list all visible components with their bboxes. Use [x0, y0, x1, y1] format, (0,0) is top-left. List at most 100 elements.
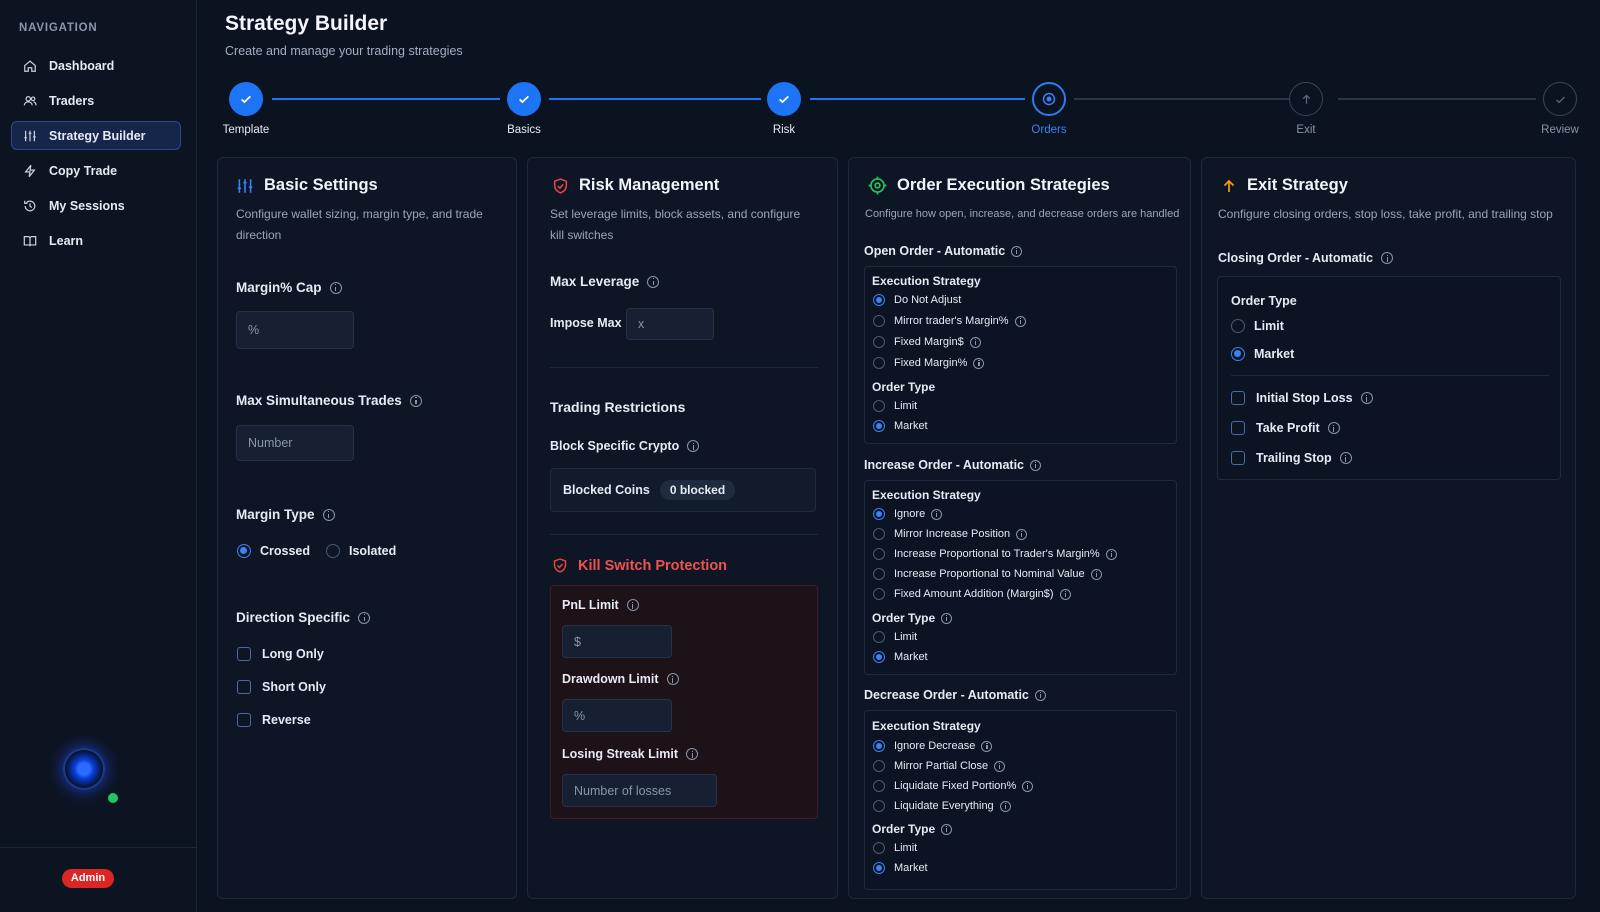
- direction-short-only[interactable]: Short Only: [237, 680, 326, 694]
- initial-stop-loss-option[interactable]: Initial Stop Loss: [1231, 391, 1373, 405]
- increase-type-limit[interactable]: Limit: [873, 631, 917, 643]
- info-icon[interactable]: [941, 612, 953, 624]
- radio-button[interactable]: [326, 544, 340, 558]
- pnl-limit-input[interactable]: $: [562, 625, 672, 658]
- info-icon[interactable]: [1327, 422, 1340, 434]
- radio-button[interactable]: [873, 336, 885, 348]
- step-risk[interactable]: Risk: [744, 82, 824, 136]
- decrease-exec-option[interactable]: Ignore Decrease: [873, 740, 993, 752]
- info-icon[interactable]: [1360, 392, 1373, 404]
- radio-button[interactable]: [873, 780, 885, 792]
- info-icon[interactable]: [322, 508, 335, 521]
- step-template[interactable]: Template: [206, 82, 286, 136]
- radio-button[interactable]: [873, 400, 885, 412]
- info-icon[interactable]: [1059, 588, 1071, 600]
- sidebar-item-my-sessions[interactable]: My Sessions: [11, 191, 181, 220]
- open-exec-option[interactable]: Fixed Margin$: [873, 336, 981, 348]
- decrease-type-limit[interactable]: Limit: [873, 842, 917, 854]
- info-icon[interactable]: [329, 281, 342, 294]
- radio-button[interactable]: [1231, 319, 1245, 333]
- info-icon[interactable]: [1381, 252, 1394, 264]
- info-icon[interactable]: [1016, 528, 1028, 540]
- info-icon[interactable]: [409, 394, 422, 407]
- radio-button[interactable]: [873, 420, 885, 432]
- max-trades-input[interactable]: Number: [236, 425, 354, 461]
- margin-cap-input[interactable]: %: [236, 311, 354, 349]
- radio-button[interactable]: [873, 862, 885, 874]
- step-exit[interactable]: Exit: [1266, 82, 1346, 136]
- increase-type-market[interactable]: Market: [873, 651, 928, 663]
- checkbox[interactable]: [237, 713, 251, 727]
- increase-exec-option[interactable]: Ignore: [873, 508, 943, 520]
- radio-button[interactable]: [873, 568, 885, 580]
- open-type-market[interactable]: Market: [873, 420, 928, 432]
- sidebar-item-learn[interactable]: Learn: [11, 226, 181, 255]
- checkbox[interactable]: [1231, 421, 1245, 435]
- decrease-exec-option[interactable]: Liquidate Fixed Portion%: [873, 780, 1034, 792]
- radio-button[interactable]: [873, 842, 885, 854]
- sidebar-item-dashboard[interactable]: Dashboard: [11, 51, 181, 80]
- radio-button[interactable]: [873, 528, 885, 540]
- radio-button[interactable]: [1231, 347, 1245, 361]
- info-icon[interactable]: [1339, 452, 1352, 464]
- info-icon[interactable]: [1090, 568, 1102, 580]
- info-icon[interactable]: [969, 336, 981, 348]
- step-orders[interactable]: Orders: [1009, 82, 1089, 136]
- decrease-exec-option[interactable]: Liquidate Everything: [873, 800, 1011, 812]
- take-profit-option[interactable]: Take Profit: [1231, 421, 1340, 435]
- info-icon[interactable]: [973, 357, 985, 369]
- info-icon[interactable]: [1034, 689, 1046, 701]
- info-icon[interactable]: [358, 611, 371, 624]
- radio-button[interactable]: [873, 760, 885, 772]
- info-icon[interactable]: [626, 599, 639, 611]
- step-review[interactable]: Review: [1520, 82, 1600, 136]
- info-icon[interactable]: [1014, 315, 1026, 327]
- info-icon[interactable]: [941, 823, 953, 835]
- trailing-stop-option[interactable]: Trailing Stop: [1231, 451, 1352, 465]
- radio-button[interactable]: [873, 740, 885, 752]
- info-icon[interactable]: [1022, 780, 1034, 792]
- checkbox[interactable]: [237, 680, 251, 694]
- impose-max-input[interactable]: x: [626, 308, 714, 340]
- checkbox[interactable]: [1231, 451, 1245, 465]
- drawdown-limit-input[interactable]: %: [562, 699, 672, 732]
- radio-button[interactable]: [873, 294, 885, 306]
- margin-type-crossed[interactable]: Crossed: [237, 544, 310, 558]
- info-icon[interactable]: [1030, 459, 1042, 471]
- open-exec-option[interactable]: Mirror trader's Margin%: [873, 315, 1026, 327]
- radio-button[interactable]: [873, 651, 885, 663]
- decrease-type-market[interactable]: Market: [873, 862, 928, 874]
- sidebar-item-copy-trade[interactable]: Copy Trade: [11, 156, 181, 185]
- exit-type-market[interactable]: Market: [1231, 347, 1294, 361]
- info-icon[interactable]: [1105, 548, 1117, 560]
- info-icon[interactable]: [647, 275, 660, 288]
- info-icon[interactable]: [931, 508, 943, 520]
- direction-long-only[interactable]: Long Only: [237, 647, 324, 661]
- radio-button[interactable]: [873, 357, 885, 369]
- assistant-orb-button[interactable]: [65, 750, 103, 788]
- info-icon[interactable]: [666, 673, 679, 685]
- exit-type-limit[interactable]: Limit: [1231, 319, 1284, 333]
- info-icon[interactable]: [1011, 245, 1023, 257]
- radio-button[interactable]: [873, 548, 885, 560]
- increase-exec-option[interactable]: Mirror Increase Position: [873, 528, 1028, 540]
- increase-exec-option[interactable]: Fixed Amount Addition (Margin$): [873, 588, 1071, 600]
- direction-reverse[interactable]: Reverse: [237, 713, 311, 727]
- losing-streak-input[interactable]: Number of losses: [562, 774, 717, 807]
- radio-button[interactable]: [873, 508, 885, 520]
- info-icon[interactable]: [999, 800, 1011, 812]
- open-type-limit[interactable]: Limit: [873, 400, 917, 412]
- open-exec-option[interactable]: Do Not Adjust: [873, 294, 961, 306]
- increase-exec-option[interactable]: Increase Proportional to Nominal Value: [873, 568, 1102, 580]
- margin-type-isolated[interactable]: Isolated: [326, 544, 396, 558]
- radio-button[interactable]: [873, 631, 885, 643]
- step-basics[interactable]: Basics: [484, 82, 564, 136]
- open-exec-option[interactable]: Fixed Margin%: [873, 357, 985, 369]
- increase-exec-option[interactable]: Increase Proportional to Trader's Margin…: [873, 548, 1117, 560]
- checkbox[interactable]: [237, 647, 251, 661]
- radio-button[interactable]: [873, 588, 885, 600]
- blocked-coins-selector[interactable]: Blocked Coins 0 blocked: [550, 468, 816, 512]
- info-icon[interactable]: [686, 748, 698, 760]
- radio-button[interactable]: [873, 800, 885, 812]
- radio-button[interactable]: [237, 544, 251, 558]
